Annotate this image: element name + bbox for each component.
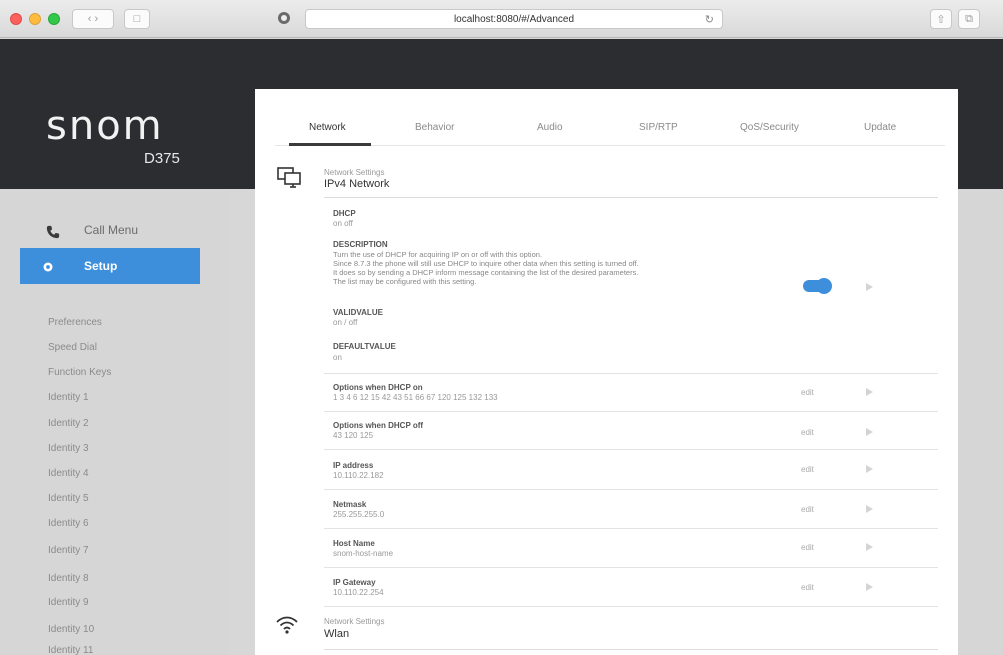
field-label: IP address [333, 461, 374, 470]
row-play-icon[interactable] [866, 388, 873, 396]
field-label: Options when DHCP on [333, 383, 423, 392]
field-label: Netmask [333, 500, 367, 509]
tab-audio[interactable]: Audio [537, 122, 563, 133]
description-line: Since 8.7.3 the phone will still use DHC… [333, 259, 639, 268]
sidebar-subitem-identity-6[interactable]: Identity 6 [48, 518, 89, 529]
row-play-icon[interactable] [866, 428, 873, 436]
section-caption: Network Settings [324, 617, 385, 626]
sidebar-subitem-identity-8[interactable]: Identity 8 [48, 573, 89, 584]
privacy-icon[interactable] [278, 12, 290, 24]
description-line: Turn the use of DHCP for acquiring IP on… [333, 250, 543, 259]
sidebar-subitem-identity-9[interactable]: Identity 9 [48, 597, 89, 608]
gear-icon [43, 262, 53, 272]
tab-update[interactable]: Update [864, 122, 896, 133]
field-value: 10.110.22.254 [333, 588, 384, 597]
sidebar-subitem-identity-10[interactable]: Identity 10 [48, 624, 94, 635]
monitors-icon [277, 167, 301, 188]
tab-behavior[interactable]: Behavior [415, 122, 454, 133]
dhcp-value: on off [333, 219, 353, 228]
sidebar-subitem-identity-5[interactable]: Identity 5 [48, 493, 89, 504]
edit-button[interactable]: edit [801, 543, 814, 552]
address-bar[interactable]: localhost:8080/#/Advanced ↻ [305, 9, 723, 29]
sidebar-item-label: Setup [84, 259, 118, 273]
sidebar-subitem-function-keys[interactable]: Function Keys [48, 367, 111, 378]
edit-button[interactable]: edit [801, 428, 814, 437]
sidebar-subitem-identity-7[interactable]: Identity 7 [48, 545, 89, 556]
active-tab-indicator [289, 143, 371, 146]
defaultvalue-label: DEFAULTVALUE [333, 342, 396, 351]
zoom-window-button[interactable] [48, 13, 60, 25]
browser-toolbar: ‹ › □ localhost:8080/#/Advanced ↻ ⇧ ⧉ [0, 0, 1003, 38]
defaultvalue-value: on [333, 353, 342, 362]
row-divider [324, 449, 938, 450]
row-divider [324, 567, 938, 568]
sidebar-item-label: Call Menu [84, 223, 139, 237]
share-button[interactable]: ⇧ [930, 9, 952, 29]
row-play-icon[interactable] [866, 465, 873, 473]
sidebar-subitem-speed-dial[interactable]: Speed Dial [48, 342, 97, 353]
sidebar-subitem-identity-4[interactable]: Identity 4 [48, 468, 89, 479]
window-controls [10, 13, 60, 25]
minimize-window-button[interactable] [29, 13, 41, 25]
back-forward-buttons[interactable]: ‹ › [72, 9, 114, 29]
section-divider [324, 197, 938, 198]
close-window-button[interactable] [10, 13, 22, 25]
row-play-icon[interactable] [866, 583, 873, 591]
field-label: Options when DHCP off [333, 421, 424, 430]
field-value: 255.255.255.0 [333, 510, 385, 519]
field-value: 1 3 4 6 12 15 42 43 51 66 67 120 125 132… [333, 393, 498, 402]
model-label: D375 [144, 150, 180, 167]
field-value: 43 120 125 [333, 431, 374, 440]
sidebar-subitem-identity-11[interactable]: Identity 11 [48, 645, 93, 655]
edit-button[interactable]: edit [801, 583, 814, 592]
reload-icon[interactable]: ↻ [705, 13, 714, 26]
tab-qos-security[interactable]: QoS/Security [740, 122, 799, 133]
row-divider [324, 528, 938, 529]
wifi-icon [276, 616, 298, 634]
sidebar-toggle-button[interactable]: □ [124, 9, 150, 29]
section-title: IPv4 Network [324, 178, 390, 190]
row-play-icon[interactable] [866, 543, 873, 551]
settings-panel: Network Behavior Audio SIP/RTP QoS/Secur… [255, 89, 958, 655]
description-line: It does so by sending a DHCP inform mess… [333, 268, 639, 277]
dhcp-play-icon[interactable] [866, 283, 873, 291]
snom-logo: snom [46, 103, 164, 149]
field-label: Host Name [333, 539, 375, 548]
url-text: localhost:8080/#/Advanced [453, 13, 575, 25]
field-value: snom-host-name [333, 549, 394, 558]
edit-button[interactable]: edit [801, 505, 814, 514]
sidebar-subitem-identity-2[interactable]: Identity 2 [48, 418, 89, 429]
section-title: Wlan [324, 628, 350, 640]
sidebar-item-call-menu[interactable]: Call Menu [0, 212, 228, 248]
section-caption: Network Settings [324, 168, 385, 177]
dhcp-label: DHCP [333, 209, 356, 218]
validvalue-value: on / off [333, 318, 358, 327]
field-value: 10.110.22.182 [333, 471, 384, 480]
row-divider [324, 411, 938, 412]
tabs-divider [275, 145, 945, 146]
sidebar-subitem-preferences[interactable]: Preferences [48, 317, 102, 328]
row-divider [324, 489, 938, 490]
edit-button[interactable]: edit [801, 388, 814, 397]
validvalue-label: VALIDVALUE [333, 308, 383, 317]
row-divider [324, 606, 938, 607]
sidebar-subitem-identity-1[interactable]: Identity 1 [48, 392, 89, 403]
description-line: The list may be configured with this set… [333, 277, 477, 286]
right-gutter [958, 189, 1003, 655]
row-play-icon[interactable] [866, 505, 873, 513]
edit-button[interactable]: edit [801, 465, 814, 474]
sidebar-subitem-identity-3[interactable]: Identity 3 [48, 443, 89, 454]
dhcp-toggle[interactable] [803, 278, 832, 294]
tabs-button[interactable]: ⧉ [958, 9, 980, 29]
tab-network[interactable]: Network [309, 122, 346, 133]
description-label: DESCRIPTION [333, 240, 388, 249]
tab-sip-rtp[interactable]: SIP/RTP [639, 122, 678, 133]
field-label: IP Gateway [333, 578, 376, 587]
row-divider [324, 373, 938, 374]
description-text: Turn the use of DHCP for acquiring IP on… [333, 250, 763, 286]
section-divider [324, 649, 938, 650]
